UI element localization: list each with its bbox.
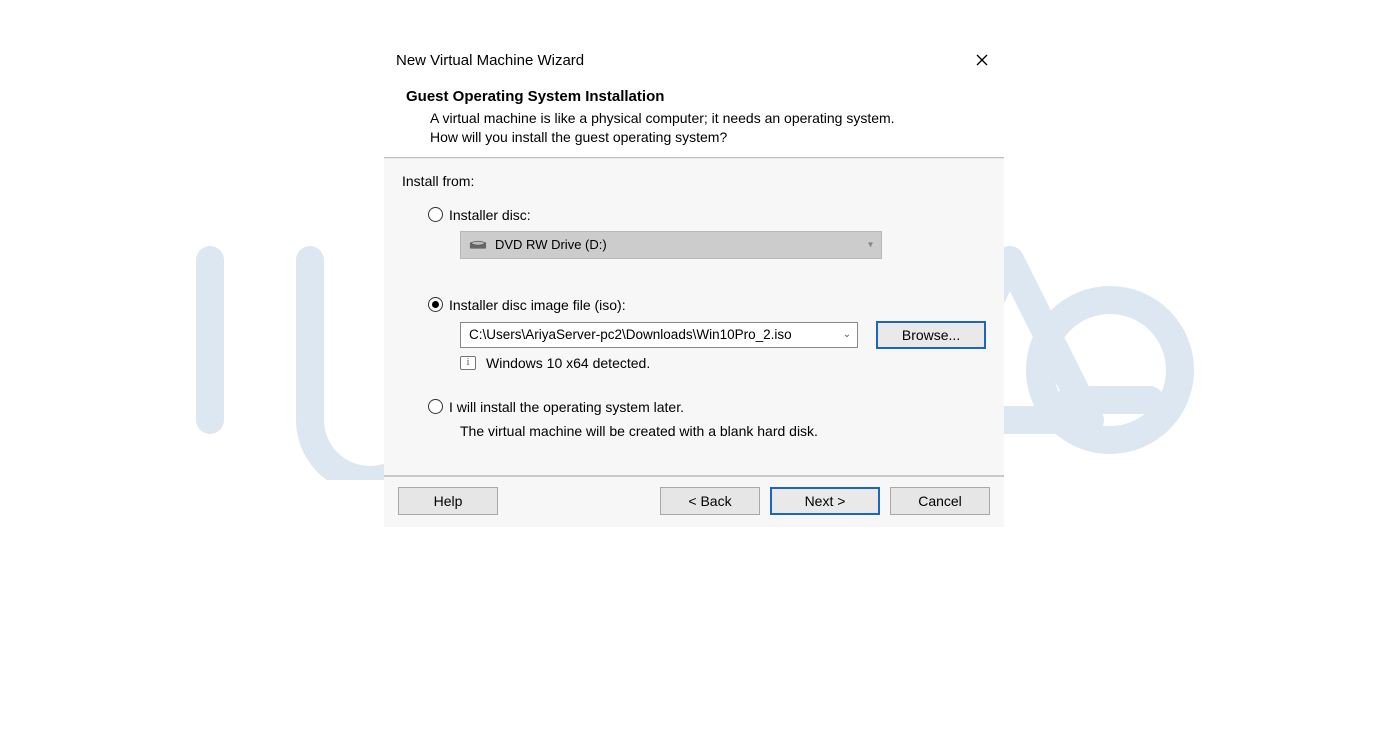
page-title: Guest Operating System Installation [406, 88, 1004, 105]
close-icon [976, 54, 988, 66]
disc-drive-icon [469, 239, 487, 251]
wizard-dialog: New Virtual Machine Wizard Guest Operati… [384, 44, 1004, 527]
help-button[interactable]: Help [398, 487, 498, 515]
iso-path-combobox[interactable]: C:\Users\AriyaServer-pc2\Downloads\Win10… [460, 322, 858, 348]
option-install-later-label: I will install the operating system late… [449, 399, 684, 415]
next-button-label: Next > [805, 493, 846, 509]
drive-select[interactable]: DVD RW Drive (D:) ▾ [460, 231, 882, 259]
browse-button[interactable]: Browse... [876, 321, 986, 349]
cancel-button-label: Cancel [918, 493, 962, 509]
wizard-body: Install from: Installer disc: DVD RW Dri… [384, 158, 1004, 475]
help-button-label: Help [434, 493, 463, 509]
install-later-description: The virtual machine will be created with… [460, 423, 986, 439]
window-title: New Virtual Machine Wizard [396, 52, 584, 69]
browse-button-label: Browse... [902, 327, 960, 343]
back-button[interactable]: < Back [660, 487, 760, 515]
titlebar: New Virtual Machine Wizard [384, 44, 1004, 88]
radio-install-later[interactable] [428, 399, 443, 414]
drive-value: DVD RW Drive (D:) [495, 237, 607, 252]
radio-installer-disc[interactable] [428, 207, 443, 222]
option-installer-disc-label: Installer disc: [449, 207, 531, 223]
close-button[interactable] [968, 48, 996, 72]
os-detected-row: i Windows 10 x64 detected. [460, 355, 986, 371]
wizard-header: Guest Operating System Installation A vi… [384, 88, 1004, 157]
wizard-footer: Help < Back Next > Cancel [384, 475, 1004, 527]
iso-path-value: C:\Users\AriyaServer-pc2\Downloads\Win10… [469, 327, 792, 342]
option-install-later[interactable]: I will install the operating system late… [428, 399, 986, 415]
install-from-label: Install from: [402, 173, 986, 189]
os-detected-text: Windows 10 x64 detected. [486, 355, 650, 371]
back-button-label: < Back [688, 493, 731, 509]
chevron-down-icon: ⌄ [843, 329, 851, 340]
option-installer-disc[interactable]: Installer disc: [428, 207, 986, 223]
option-iso-file-label: Installer disc image file (iso): [449, 297, 626, 313]
cancel-button[interactable]: Cancel [890, 487, 990, 515]
info-icon: i [460, 356, 476, 370]
next-button[interactable]: Next > [770, 487, 880, 515]
radio-iso-file[interactable] [428, 297, 443, 312]
page-description: A virtual machine is like a physical com… [406, 109, 1004, 147]
option-iso-file[interactable]: Installer disc image file (iso): [428, 297, 986, 313]
chevron-down-icon: ▾ [868, 239, 873, 250]
